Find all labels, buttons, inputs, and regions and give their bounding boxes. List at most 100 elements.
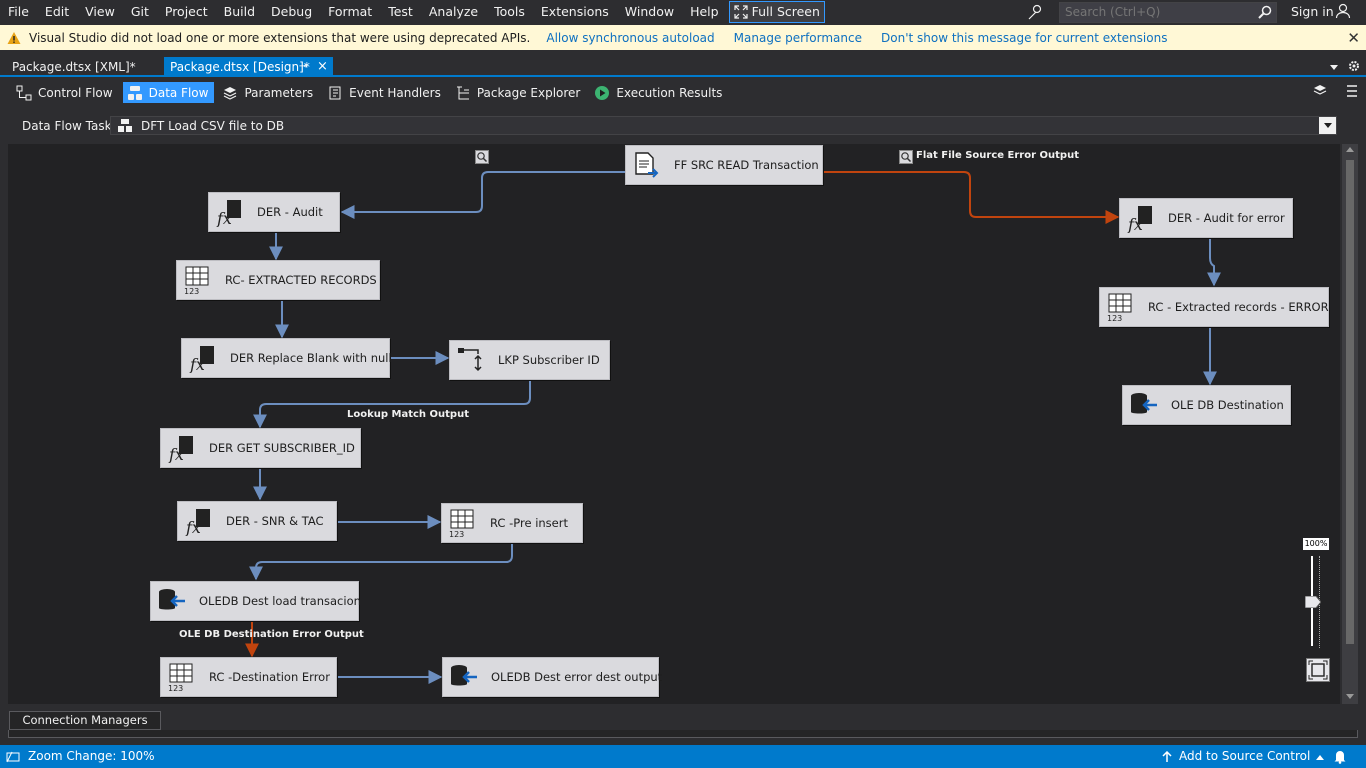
- scrollbar-thumb[interactable]: [1346, 160, 1354, 644]
- info-bar: Visual Studio did not load one or more e…: [0, 25, 1366, 50]
- tab-event-handlers[interactable]: Event Handlers: [323, 82, 447, 103]
- node-der-audit-for-error[interactable]: fx DER - Audit for error: [1119, 198, 1293, 238]
- designer-tabs: Control Flow Data Flow Parameters Event …: [0, 79, 1366, 106]
- flat-file-error-output-label: Flat File Source Error Output: [916, 150, 1079, 161]
- toolbox-icon[interactable]: [1312, 83, 1328, 99]
- menu-debug[interactable]: Debug: [263, 0, 320, 24]
- menu-window[interactable]: Window: [617, 0, 682, 24]
- add-to-source-control-button[interactable]: Add to Source Control: [1161, 745, 1325, 768]
- row-count-icon: 123: [184, 266, 209, 295]
- manage-performance-link[interactable]: Manage performance: [734, 31, 862, 45]
- data-flow-task-icon: [118, 118, 132, 132]
- tab-package-design[interactable]: Package.dtsx [Design]* ⊸ ×: [164, 57, 333, 77]
- parameters-icon: [224, 86, 237, 100]
- zoom-to-fit-button[interactable]: [1306, 658, 1330, 682]
- tab-parameters[interactable]: Parameters: [218, 82, 319, 103]
- node-der-audit[interactable]: fx DER - Audit: [208, 192, 340, 232]
- tab-event-handlers-label: Event Handlers: [349, 85, 441, 100]
- close-icon[interactable]: ✕: [1347, 29, 1360, 47]
- tab-data-flow[interactable]: Data Flow: [122, 82, 215, 103]
- derived-column-icon: fx: [168, 436, 193, 463]
- node-rc-extracted-records-error[interactable]: 123 RC - Extracted records - ERROR: [1099, 287, 1329, 327]
- lookup-icon: [458, 348, 482, 372]
- magnifier-icon[interactable]: [475, 150, 489, 164]
- node-label: RC - Extracted records - ERROR: [1148, 300, 1329, 314]
- node-ole-db-destination[interactable]: OLE DB Destination: [1122, 385, 1291, 425]
- menu-file[interactable]: File: [0, 0, 37, 24]
- zoom-slider-thumb[interactable]: [1305, 596, 1321, 608]
- node-label: DER - SNR & TAC: [226, 514, 324, 528]
- sign-in-link[interactable]: Sign in: [1291, 0, 1334, 24]
- menu-view[interactable]: View: [77, 0, 123, 24]
- search-icon[interactable]: [1258, 5, 1272, 19]
- menu-test[interactable]: Test: [380, 0, 421, 24]
- options-menu-icon[interactable]: [1346, 84, 1358, 98]
- menu-format[interactable]: Format: [320, 0, 380, 24]
- tab-package-explorer[interactable]: Package Explorer: [451, 82, 587, 103]
- close-tab-icon[interactable]: ×: [317, 57, 328, 77]
- node-der-replace-blank[interactable]: fx DER Replace Blank with null: [181, 338, 392, 378]
- path-der-audit-err-to-rc-err[interactable]: [1207, 238, 1221, 287]
- connection-managers-panel: Connection Managers: [0, 708, 1366, 744]
- data-flow-canvas[interactable]: Flat File Source Error Output Lookup Mat…: [8, 144, 1340, 704]
- menu-build[interactable]: Build: [216, 0, 263, 24]
- data-flow-task-select[interactable]: DFT Load CSV file to DB: [110, 116, 1337, 135]
- connection-managers-tab[interactable]: Connection Managers: [9, 711, 161, 730]
- connection-managers-area[interactable]: [8, 730, 1358, 738]
- node-label: OLE DB Destination: [1171, 398, 1284, 412]
- node-oledb-dest-error-output[interactable]: OLEDB Dest error dest output: [442, 657, 662, 697]
- warning-icon: [7, 31, 21, 44]
- arrow-up-icon: [1162, 750, 1172, 762]
- node-oledb-dest-load-transacion[interactable]: OLEDB Dest load transacion: [150, 581, 361, 621]
- node-rc-destination-error[interactable]: 123 RC -Destination Error: [160, 657, 337, 697]
- feedback-icon[interactable]: [1026, 3, 1044, 21]
- node-lkp-subscriber-id[interactable]: LKP Subscriber ID: [449, 340, 610, 380]
- svg-text:fx: fx: [168, 445, 184, 463]
- allow-synchronous-autoload-link[interactable]: Allow synchronous autoload: [546, 31, 714, 45]
- node-der-snr-tac[interactable]: fx DER - SNR & TAC: [177, 501, 337, 541]
- tab-package-xml[interactable]: Package.dtsx [XML]*: [6, 57, 142, 77]
- menu-extensions[interactable]: Extensions: [533, 0, 617, 24]
- caret-up-icon: [1316, 754, 1325, 760]
- svg-text:123: 123: [449, 530, 464, 538]
- magnifier-icon[interactable]: [899, 150, 913, 164]
- path-ff-src-to-der-audit[interactable]: [340, 171, 625, 219]
- full-screen-label: Full Screen: [751, 4, 820, 19]
- menu-edit[interactable]: Edit: [37, 0, 77, 24]
- menu-git[interactable]: Git: [123, 0, 157, 24]
- gear-icon[interactable]: [1348, 60, 1360, 72]
- tab-list-dropdown-icon[interactable]: [1329, 62, 1339, 72]
- data-flow-icon: [127, 85, 142, 100]
- node-label: FF SRC READ Transaction: [674, 158, 819, 172]
- pin-icon[interactable]: ⊸: [299, 57, 307, 77]
- scroll-down-icon[interactable]: [1346, 694, 1354, 699]
- full-screen-button[interactable]: Full Screen: [728, 1, 825, 23]
- notification-bell-icon[interactable]: [1333, 749, 1347, 764]
- node-label: DER GET SUBSCRIBER_ID: [209, 441, 355, 455]
- tab-package-explorer-label: Package Explorer: [476, 85, 581, 100]
- node-label: OLEDB Dest load transacion: [199, 594, 361, 608]
- menu-help[interactable]: Help: [682, 0, 727, 24]
- search-box[interactable]: [1059, 2, 1277, 23]
- vertical-scrollbar[interactable]: [1342, 144, 1358, 704]
- node-rc-pre-insert[interactable]: 123 RC -Pre insert: [441, 503, 583, 543]
- scroll-up-icon[interactable]: [1346, 147, 1354, 152]
- path-rc-pre-to-oledb-load[interactable]: [249, 544, 513, 581]
- event-handlers-icon: [329, 86, 341, 99]
- node-rc-extracted-records[interactable]: 123 RC- EXTRACTED RECORDS: [176, 260, 380, 300]
- menu-analyze[interactable]: Analyze: [421, 0, 486, 24]
- path-ff-src-error-to-der-audit-err[interactable]: [823, 171, 1120, 224]
- document-tab-strip: Package.dtsx [XML]* Package.dtsx [Design…: [0, 57, 1366, 77]
- menu-project[interactable]: Project: [157, 0, 216, 24]
- node-ff-src-read-transaction[interactable]: FF SRC READ Transaction: [625, 145, 823, 185]
- node-der-get-subscriber-id[interactable]: fx DER GET SUBSCRIBER_ID: [160, 428, 361, 468]
- chevron-down-icon[interactable]: [1319, 117, 1336, 134]
- menu-tools[interactable]: Tools: [486, 0, 533, 24]
- node-label: DER - Audit for error: [1168, 211, 1285, 225]
- dont-show-message-link[interactable]: Don't show this message for current exte…: [881, 31, 1167, 45]
- fit-to-window-icon: [1308, 660, 1328, 680]
- search-input[interactable]: [1065, 5, 1255, 19]
- tab-control-flow[interactable]: Control Flow: [12, 82, 119, 103]
- tab-execution-results[interactable]: Execution Results: [590, 82, 728, 103]
- person-icon[interactable]: [1335, 3, 1351, 19]
